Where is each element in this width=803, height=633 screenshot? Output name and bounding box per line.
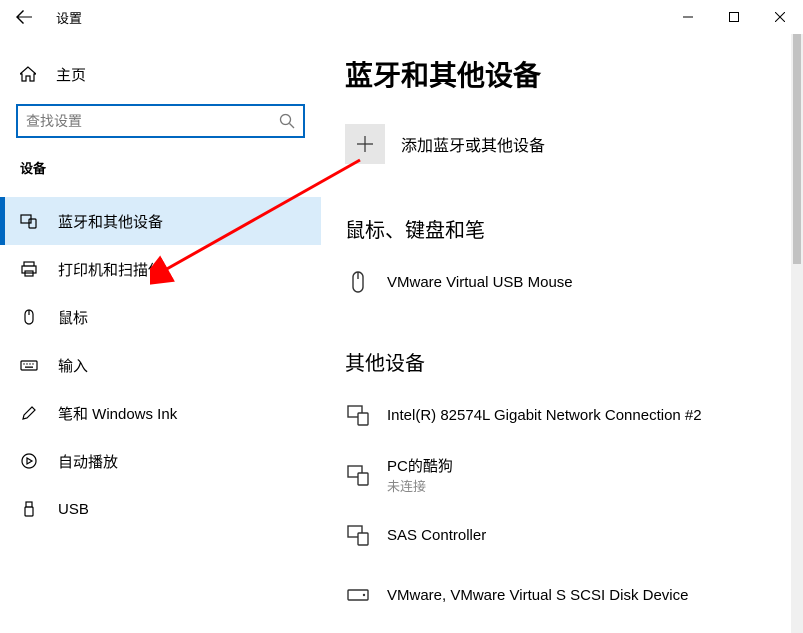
titlebar: 设置 [0, 0, 803, 34]
nav-typing[interactable]: 输入 [0, 341, 321, 389]
mouse-device-icon [345, 269, 371, 295]
nav-label: 输入 [58, 355, 88, 376]
close-icon [775, 12, 785, 22]
nav-printers[interactable]: 打印机和扫描仪 [0, 245, 321, 293]
device-name: PC的酷狗 [387, 455, 453, 476]
nav-label: USB [58, 501, 89, 518]
section-other-title: 其他设备 [345, 347, 779, 376]
search-input[interactable] [26, 113, 279, 129]
scrollbar[interactable] [791, 34, 803, 633]
device-item[interactable]: PC的酷狗 未连接 [345, 450, 779, 500]
maximize-button[interactable] [711, 0, 757, 34]
section-mouse-title: 鼠标、键盘和笔 [345, 214, 779, 243]
printer-icon [20, 260, 38, 278]
nav-usb[interactable]: USB [0, 485, 321, 533]
device-name: VMware, VMware Virtual S SCSI Disk Devic… [387, 587, 688, 604]
window-title: 设置 [56, 8, 82, 27]
device-item[interactable]: VMware, VMware Virtual S SCSI Disk Devic… [345, 570, 779, 620]
window-controls [665, 0, 803, 34]
home-icon [20, 66, 36, 82]
home-label: 主页 [56, 64, 86, 85]
device-item[interactable]: VMware Virtual USB Mouse [345, 257, 779, 307]
device-icon [345, 462, 371, 488]
nav-mouse[interactable]: 鼠标 [0, 293, 321, 341]
device-status: 未连接 [387, 476, 453, 495]
minimize-icon [683, 12, 693, 22]
close-button[interactable] [757, 0, 803, 34]
autoplay-icon [20, 452, 38, 470]
device-name: SAS Controller [387, 527, 486, 544]
content-pane: 蓝牙和其他设备 添加蓝牙或其他设备 鼠标、键盘和笔 VMware Virtual… [321, 34, 803, 633]
device-item[interactable]: SAS Controller [345, 510, 779, 560]
back-button[interactable] [0, 0, 48, 34]
plus-icon [356, 135, 374, 153]
nav-autoplay[interactable]: 自动播放 [0, 437, 321, 485]
pen-icon [20, 404, 38, 422]
category-header: 设备 [0, 158, 321, 177]
search-icon [279, 113, 295, 129]
back-arrow-icon [16, 9, 32, 25]
nav-label: 蓝牙和其他设备 [58, 211, 163, 232]
search-box[interactable] [16, 104, 305, 138]
nav-bluetooth[interactable]: 蓝牙和其他设备 [0, 197, 321, 245]
device-name: Intel(R) 82574L Gigabit Network Connecti… [387, 407, 702, 424]
nav-label: 自动播放 [58, 451, 118, 472]
disk-icon [345, 582, 371, 608]
add-device-row[interactable]: 添加蓝牙或其他设备 [345, 124, 779, 164]
device-name: VMware Virtual USB Mouse [387, 274, 573, 291]
home-nav[interactable]: 主页 [0, 54, 321, 94]
device-icon [345, 522, 371, 548]
maximize-icon [729, 12, 739, 22]
mouse-icon [20, 308, 38, 326]
minimize-button[interactable] [665, 0, 711, 34]
nav-label: 鼠标 [58, 307, 88, 328]
devices-icon [20, 212, 38, 230]
device-icon [345, 402, 371, 428]
nav-label: 打印机和扫描仪 [58, 259, 163, 280]
nav-label: 笔和 Windows Ink [58, 403, 177, 424]
add-label: 添加蓝牙或其他设备 [401, 132, 545, 156]
device-item[interactable]: Intel(R) 82574L Gigabit Network Connecti… [345, 390, 779, 440]
nav-pen[interactable]: 笔和 Windows Ink [0, 389, 321, 437]
sidebar: 主页 设备 蓝牙和其他设备 打印机和扫描仪 鼠标 输入 笔和 Windows [0, 34, 321, 633]
scroll-thumb[interactable] [793, 34, 801, 264]
add-button[interactable] [345, 124, 385, 164]
usb-icon [20, 500, 38, 518]
page-title: 蓝牙和其他设备 [345, 54, 779, 94]
keyboard-icon [20, 356, 38, 374]
